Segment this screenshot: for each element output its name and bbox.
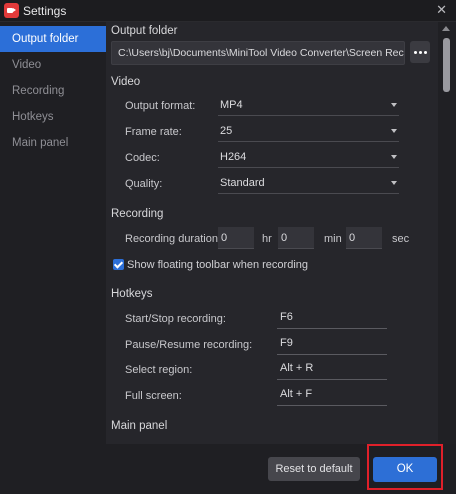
sidebar-item-main-panel[interactable]: Main panel [0, 130, 106, 156]
sidebar-item-output-folder[interactable]: Output folder [0, 26, 106, 52]
output-format-select[interactable]: MP4 [218, 94, 399, 116]
close-icon[interactable]: ✕ [436, 3, 447, 17]
select-region-label: Select region: [125, 364, 193, 376]
video-heading: Video [111, 76, 141, 88]
output-format-value: MP4 [220, 99, 243, 111]
hotkeys-heading: Hotkeys [111, 288, 153, 300]
dialog-footer: Reset to default OK [0, 444, 456, 494]
sidebar-item-hotkeys[interactable]: Hotkeys [0, 104, 106, 130]
duration-hr-input[interactable]: 0 [218, 227, 254, 249]
chevron-down-icon [391, 103, 397, 107]
sidebar-item-video[interactable]: Video [0, 52, 106, 78]
scroll-up-icon[interactable] [442, 26, 450, 31]
reset-to-default-button[interactable]: Reset to default [268, 457, 360, 481]
settings-sidebar: Output folder Video Recording Hotkeys Ma… [0, 22, 106, 444]
full-screen-label: Full screen: [125, 390, 182, 402]
codec-label: Codec: [125, 152, 160, 164]
settings-content: Output folder C:\Users\bj\Documents\Mini… [106, 22, 438, 444]
chevron-down-icon [391, 129, 397, 133]
content-scrollbar[interactable] [438, 22, 456, 444]
select-region-hotkey-input[interactable]: Alt + R [277, 358, 387, 380]
quality-select[interactable]: Standard [218, 172, 399, 194]
window-title: Settings [23, 4, 67, 18]
more-dots-icon [414, 51, 417, 54]
start-stop-hotkey-input[interactable]: F6 [277, 307, 387, 329]
browse-folder-button[interactable] [410, 41, 430, 63]
duration-min-input[interactable]: 0 [278, 227, 314, 249]
chevron-down-icon [391, 181, 397, 185]
start-stop-label: Start/Stop recording: [125, 313, 226, 325]
frame-rate-select[interactable]: 25 [218, 120, 399, 142]
sec-unit-label: sec [392, 233, 410, 245]
quality-value: Standard [220, 177, 265, 189]
recording-heading: Recording [111, 208, 164, 220]
output-format-label: Output format: [125, 100, 196, 112]
pause-resume-hotkey-input[interactable]: F9 [277, 333, 387, 355]
recording-duration-label: Recording duration [125, 233, 218, 245]
frame-rate-label: Frame rate: [125, 126, 182, 138]
floating-toolbar-label[interactable]: Show floating toolbar when recording [127, 259, 308, 271]
quality-label: Quality: [125, 178, 163, 190]
output-path-field[interactable]: C:\Users\bj\Documents\MiniTool Video Con… [111, 41, 405, 65]
frame-rate-value: 25 [220, 125, 233, 137]
app-logo-icon [4, 3, 19, 18]
min-unit-label: min [324, 233, 342, 245]
more-dots-icon [419, 51, 422, 54]
scroll-thumb[interactable] [443, 38, 450, 92]
sidebar-item-recording[interactable]: Recording [0, 78, 106, 104]
hr-unit-label: hr [262, 233, 272, 245]
codec-value: H264 [220, 151, 247, 163]
ok-button[interactable]: OK [373, 457, 437, 482]
chevron-down-icon [391, 155, 397, 159]
output-folder-heading: Output folder [111, 25, 178, 37]
title-bar: Settings ✕ [0, 0, 456, 22]
more-dots-icon [424, 51, 427, 54]
full-screen-hotkey-input[interactable]: Alt + F [277, 384, 387, 406]
floating-toolbar-checkbox[interactable] [113, 259, 124, 270]
pause-resume-label: Pause/Resume recording: [125, 339, 253, 351]
main-panel-heading: Main panel [111, 420, 168, 432]
duration-sec-input[interactable]: 0 [346, 227, 382, 249]
codec-select[interactable]: H264 [218, 146, 399, 168]
